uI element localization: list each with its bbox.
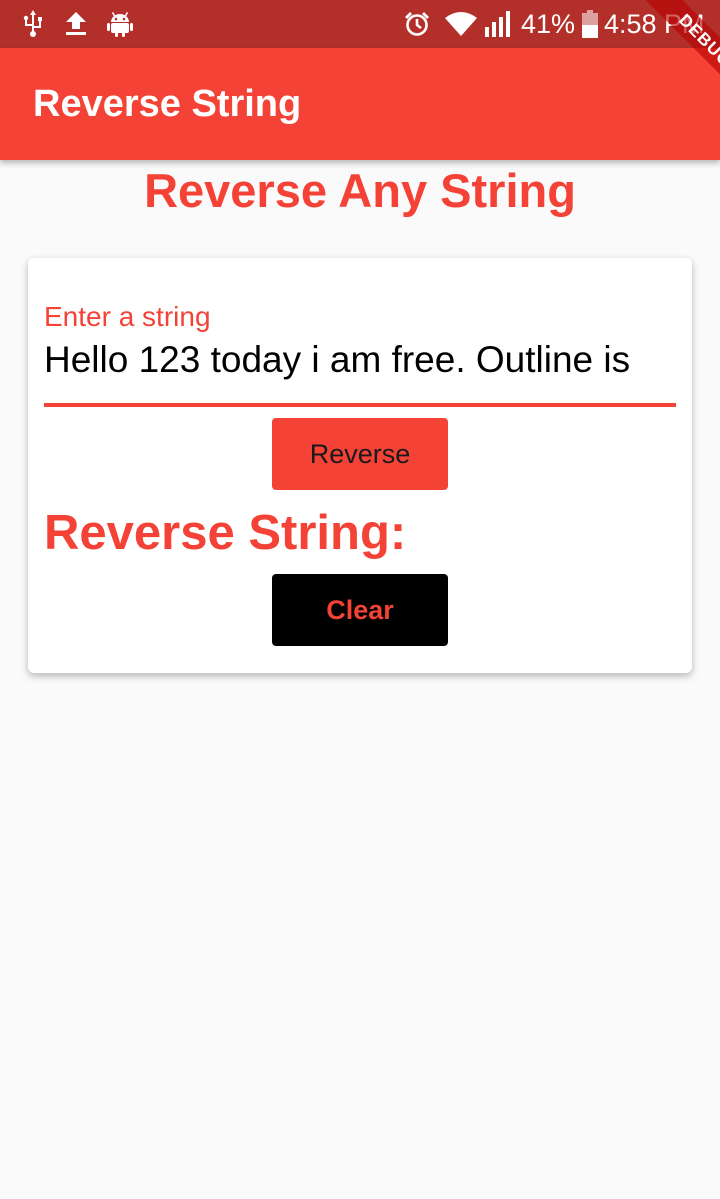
battery-percent: 41% — [521, 9, 576, 39]
input-underline — [44, 403, 676, 407]
page-heading: Reverse Any String — [144, 164, 576, 217]
app-bar: Reverse String — [0, 48, 720, 160]
signal-icon — [485, 11, 510, 37]
reverse-button[interactable]: Reverse — [272, 418, 448, 490]
alarm-icon — [405, 12, 429, 36]
reverse-card: Enter a string Reverse Reverse String: C… — [28, 258, 692, 673]
string-input[interactable] — [44, 336, 676, 384]
clear-button[interactable]: Clear — [272, 574, 448, 646]
android-icon — [107, 11, 133, 37]
upload-icon — [66, 12, 86, 35]
battery-icon — [582, 10, 598, 38]
status-time: 4:58 PM — [604, 9, 705, 39]
result-label: Reverse String: — [44, 506, 407, 560]
app-bar-title: Reverse String — [33, 83, 302, 125]
status-bar: 41% 4:58 PM — [0, 0, 720, 48]
input-label: Enter a string — [44, 301, 211, 332]
wifi-icon — [445, 12, 477, 36]
usb-icon — [23, 10, 42, 37]
